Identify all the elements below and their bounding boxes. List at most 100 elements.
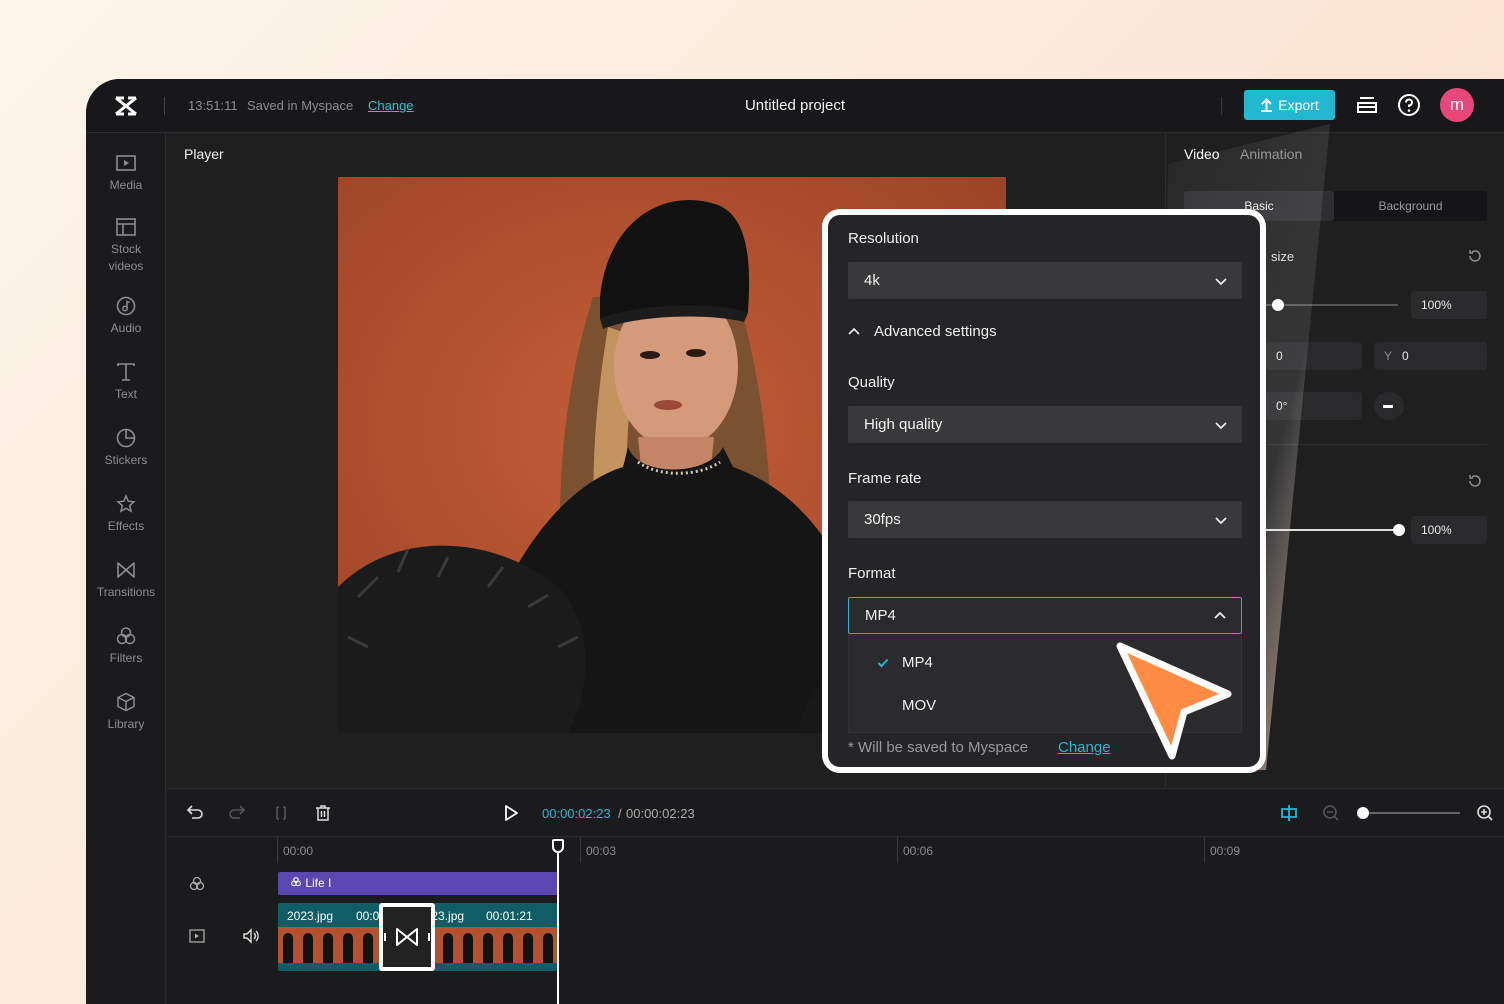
sidebar-item-library[interactable]: Library [86, 692, 166, 733]
quality-select[interactable]: High quality [848, 406, 1242, 443]
divider [164, 97, 165, 115]
sidebar-label: Transitions [96, 585, 156, 599]
current-timecode: 00:00:02:23 [542, 806, 611, 821]
help-icon[interactable] [1397, 93, 1421, 117]
change-location-link[interactable]: Change [1058, 739, 1111, 756]
transitions-icon [117, 562, 135, 578]
filter-track-icon [189, 876, 205, 891]
media-icon [116, 155, 136, 171]
transition-marker[interactable] [379, 903, 435, 971]
chevron-down-icon [1215, 422, 1227, 430]
opacity-slider-track[interactable] [1266, 529, 1398, 531]
option-label: MP4 [902, 654, 933, 671]
transitions-icon [384, 928, 430, 946]
sidebar-label: Media [109, 178, 143, 192]
advanced-settings-toggle[interactable]: Advanced settings [848, 323, 997, 340]
rotation-dial[interactable] [1374, 392, 1404, 420]
scale-slider-track[interactable] [1266, 304, 1398, 306]
sidebar-item-media[interactable]: Media [86, 153, 166, 194]
format-value: MP4 [865, 607, 896, 624]
frame-rate-label: Frame rate [848, 470, 922, 487]
ruler-tick [580, 837, 581, 863]
position-y-input[interactable]: Y0 [1374, 342, 1487, 370]
timecode-separator: / [618, 806, 622, 821]
snap-icon[interactable] [1279, 803, 1299, 823]
divider [1266, 444, 1487, 445]
sidebar-item-effects[interactable]: Effects [86, 494, 166, 535]
tab-video[interactable]: Video [1184, 146, 1220, 162]
video-track-icon [189, 929, 205, 943]
zoom-slider-knob[interactable] [1357, 807, 1369, 819]
delete-icon[interactable] [313, 803, 333, 823]
sidebar-item-filters[interactable]: Filters [86, 626, 166, 667]
playhead-handle[interactable] [552, 839, 564, 853]
reset-icon[interactable] [1467, 473, 1483, 489]
thumbnail [318, 927, 338, 963]
thumbnail [438, 927, 458, 963]
playhead[interactable] [557, 839, 559, 1004]
effects-icon [116, 494, 136, 513]
filters-icon [116, 627, 136, 645]
ruler-label: 00:03 [586, 844, 617, 858]
format-option-mov[interactable]: MOV [849, 686, 1243, 726]
volume-icon[interactable] [242, 927, 260, 945]
segment-background[interactable]: Background [1334, 191, 1487, 221]
sidebar-label: Library [107, 717, 145, 731]
opacity-input[interactable]: 100% [1411, 516, 1487, 544]
sidebar-item-audio[interactable]: Audio [86, 296, 166, 337]
quality-value: High quality [864, 416, 943, 433]
format-label: Format [848, 565, 896, 582]
export-button[interactable]: Export [1244, 90, 1335, 120]
play-icon[interactable] [501, 803, 521, 823]
sidebar-label: Audio [110, 321, 142, 335]
advanced-settings-label: Advanced settings [874, 323, 997, 340]
clip-name: 2023.jpg [287, 909, 334, 923]
editor-window: 13:51:11 Saved in Myspace Change Untitle… [86, 79, 1504, 1004]
reset-icon[interactable] [1467, 248, 1483, 264]
time-ruler[interactable]: 00:00 00:03 00:06 00:09 [277, 837, 1504, 863]
sidebar-item-text[interactable]: Text [86, 362, 166, 403]
filter-clip[interactable]: Life I [278, 872, 558, 895]
format-select[interactable]: MP4 [848, 597, 1242, 634]
ruler-label: 00:00 [283, 844, 314, 858]
app-logo-icon[interactable] [114, 95, 138, 117]
scale-input[interactable]: 100% [1411, 291, 1487, 319]
avatar[interactable]: m [1440, 88, 1474, 122]
ruler-tick [277, 837, 278, 863]
position-x-input[interactable]: 0 [1266, 342, 1362, 370]
rotation-input[interactable]: 0° [1266, 392, 1362, 420]
total-timecode: 00:00:02:23 [626, 806, 695, 821]
scale-slider-knob[interactable] [1272, 299, 1284, 311]
sidebar-item-stickers[interactable]: Stickers [86, 428, 166, 469]
tab-animation[interactable]: Animation [1240, 146, 1302, 162]
chevron-up-icon [1214, 611, 1226, 619]
resolution-select[interactable]: 4k [848, 262, 1242, 299]
sidebar: Media Stock videos Audio Text Stickers E… [86, 133, 166, 1004]
change-save-location-link[interactable]: Change [368, 98, 414, 113]
zoom-slider-track[interactable] [1362, 812, 1460, 814]
layers-icon[interactable] [1355, 93, 1379, 117]
save-time: 13:51:11 [188, 98, 238, 113]
zoom-in-icon[interactable] [1475, 803, 1495, 823]
stock-videos-icon [116, 218, 136, 236]
split-icon[interactable] [271, 803, 291, 823]
sidebar-item-stock-videos[interactable]: Stock videos [86, 217, 166, 275]
frame-rate-select[interactable]: 30fps [848, 501, 1242, 538]
text-icon [117, 363, 135, 381]
redo-icon[interactable] [227, 803, 247, 823]
size-label: size [1271, 249, 1295, 264]
timeline: 00:00:02:23 / 00:00:02:23 00:00 00:03 00… [167, 788, 1504, 1004]
thumbnail [338, 927, 358, 963]
ruler-label: 00:09 [1210, 844, 1241, 858]
sidebar-label: Stock videos [108, 242, 144, 273]
player-title: Player [184, 146, 224, 162]
zoom-out-icon[interactable] [1321, 803, 1341, 823]
sidebar-label: Stickers [104, 453, 148, 467]
format-option-mp4[interactable]: MP4 [849, 643, 1243, 683]
sidebar-label: Text [114, 387, 137, 401]
undo-icon[interactable] [185, 803, 205, 823]
opacity-slider-knob[interactable] [1393, 524, 1405, 536]
thumbnail [498, 927, 518, 963]
sidebar-item-transitions[interactable]: Transitions [86, 560, 166, 601]
ruler-tick [1204, 837, 1205, 863]
